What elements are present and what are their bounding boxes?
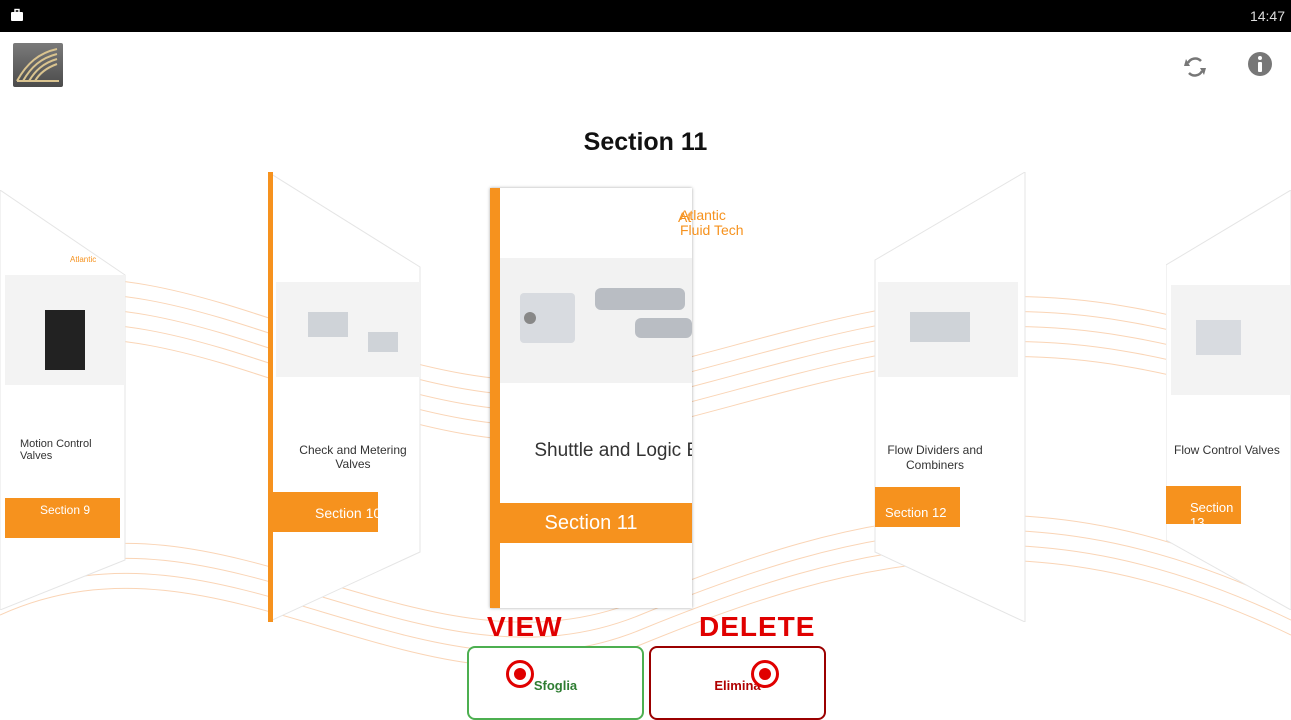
card-title-section-11: Shuttle and Logic Elements xyxy=(534,440,692,461)
refresh-icon[interactable] xyxy=(1180,52,1210,82)
click-marker-icon xyxy=(751,660,779,688)
delete-button[interactable]: Elimina xyxy=(649,646,826,720)
catalog-card-section-13[interactable] xyxy=(1166,190,1291,610)
clock: 14:47 xyxy=(1249,8,1285,24)
brand-text: Atlantic xyxy=(70,255,96,264)
catalog-card-section-11[interactable]: Atlantic Shuttle and Logic Elements Sect… xyxy=(490,188,692,608)
view-button[interactable]: Sfoglia xyxy=(467,646,644,720)
card-section-label-9: Section 9 xyxy=(40,503,91,517)
card-title-section-9: Motion Control Valves xyxy=(20,438,92,462)
atlantic-logo-icon xyxy=(16,48,59,82)
card-section-label-13: Section 13 xyxy=(1190,500,1234,530)
page-title: Section 11 xyxy=(583,128,708,156)
catalog-card-section-9[interactable]: Atlantic xyxy=(0,190,130,610)
card-accent-bar xyxy=(490,188,500,608)
product-photo xyxy=(500,258,692,383)
click-marker-icon xyxy=(506,660,534,688)
catalog-card-section-12[interactable] xyxy=(870,172,1030,622)
view-annotation: VIEW xyxy=(487,611,563,642)
briefcase-icon xyxy=(11,8,23,21)
catalog-card-section-10[interactable] xyxy=(268,172,428,622)
app-logo[interactable] xyxy=(13,43,63,87)
status-bar: 14:47 xyxy=(0,0,1291,32)
delete-annotation: DELETE xyxy=(699,611,816,642)
brand-text-center: Atlantic Fluid Tech xyxy=(680,207,744,238)
card-title-section-13: Flow Control Valves xyxy=(1174,443,1280,457)
info-icon[interactable] xyxy=(1246,50,1274,78)
card-section-label-12: Section 12 xyxy=(885,505,947,520)
card-title-section-12: Flow Dividers and Combiners xyxy=(887,443,983,472)
app-bar xyxy=(0,32,1291,92)
card-section-label-11: Section 11 xyxy=(490,503,692,543)
card-section-label-10: Section 10 xyxy=(315,505,382,521)
card-title-section-10: Check and Metering Valves xyxy=(299,443,407,471)
